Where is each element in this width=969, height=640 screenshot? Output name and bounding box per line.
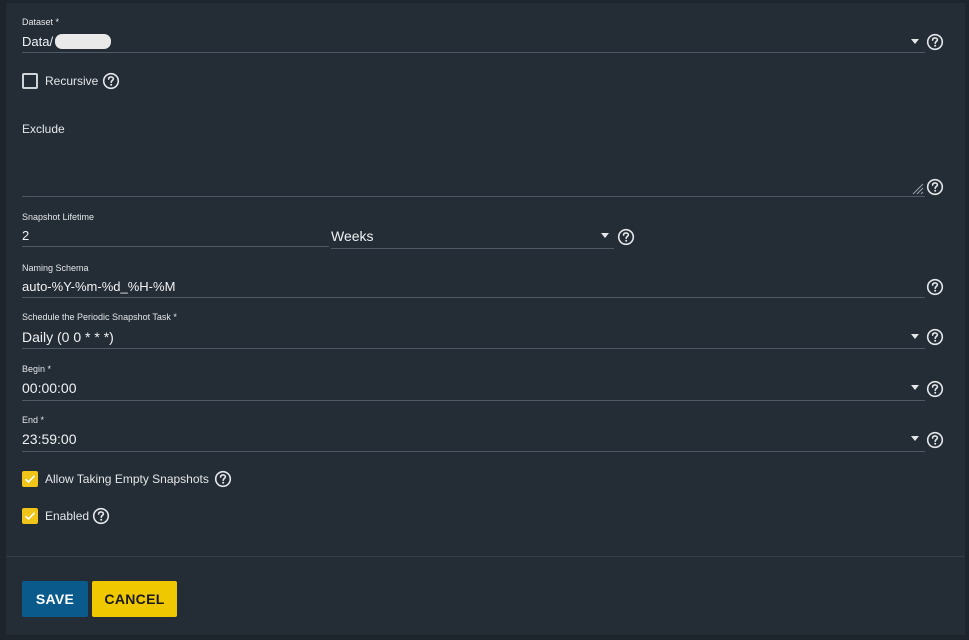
- recursive-label: Recursive: [45, 74, 99, 88]
- dataset-select[interactable]: Data/: [22, 34, 53, 49]
- lifetime-unit-underline: [331, 248, 614, 249]
- resize-handle-icon[interactable]: [911, 182, 924, 195]
- schedule-label: Schedule the Periodic Snapshot Task *: [22, 312, 177, 322]
- allow-empty-help-icon[interactable]: [214, 470, 232, 488]
- dataset-caret-icon[interactable]: [911, 39, 919, 44]
- redacted-dataset-name: [55, 34, 111, 49]
- schedule-underline: [22, 348, 925, 349]
- actions-divider: [6, 556, 965, 557]
- dataset-underline: [22, 52, 925, 53]
- end-label: End *: [22, 415, 45, 425]
- end-select[interactable]: 23:59:00: [22, 431, 77, 447]
- exclude-label: Exclude: [22, 122, 65, 136]
- naming-schema-input[interactable]: auto-%Y-%m-%d_%H-%M: [22, 279, 175, 294]
- exclude-underline: [22, 196, 925, 197]
- snapshot-lifetime-underline: [22, 246, 329, 247]
- end-underline: [22, 451, 925, 452]
- schedule-caret-icon[interactable]: [911, 334, 919, 339]
- enabled-checkbox[interactable]: [22, 508, 38, 524]
- snapshot-lifetime-input[interactable]: 2: [22, 228, 29, 243]
- schedule-select[interactable]: Daily (0 0 * * *): [22, 329, 114, 345]
- exclude-textarea[interactable]: [22, 140, 925, 195]
- allow-empty-checkbox[interactable]: [22, 471, 38, 487]
- enabled-help-icon[interactable]: [92, 507, 110, 525]
- lifetime-unit-select[interactable]: Weeks: [331, 228, 374, 244]
- cancel-button[interactable]: CANCEL: [92, 581, 177, 617]
- dataset-label: Dataset *: [22, 17, 60, 27]
- begin-label: Begin *: [22, 364, 52, 374]
- check-icon: [24, 475, 36, 484]
- snapshot-lifetime-help-icon[interactable]: [617, 228, 635, 246]
- begin-select[interactable]: 00:00:00: [22, 380, 77, 396]
- enabled-label: Enabled: [45, 509, 90, 523]
- begin-underline: [22, 400, 925, 401]
- dataset-help-icon[interactable]: [926, 33, 944, 51]
- end-caret-icon[interactable]: [911, 436, 919, 441]
- lifetime-unit-caret-icon[interactable]: [601, 233, 609, 238]
- snapshot-lifetime-label: Snapshot Lifetime: [22, 212, 95, 222]
- exclude-help-icon[interactable]: [926, 178, 944, 196]
- check-icon: [24, 512, 36, 521]
- begin-caret-icon[interactable]: [911, 385, 919, 390]
- naming-schema-underline: [22, 297, 925, 298]
- naming-schema-help-icon[interactable]: [926, 278, 944, 296]
- begin-help-icon[interactable]: [926, 380, 944, 398]
- recursive-help-icon[interactable]: [102, 72, 120, 90]
- schedule-help-icon[interactable]: [926, 328, 944, 346]
- save-button[interactable]: SAVE: [22, 581, 88, 617]
- recursive-checkbox[interactable]: [22, 73, 38, 89]
- allow-empty-label: Allow Taking Empty Snapshots: [45, 472, 209, 486]
- naming-schema-label: Naming Schema: [22, 263, 89, 273]
- end-help-icon[interactable]: [926, 431, 944, 449]
